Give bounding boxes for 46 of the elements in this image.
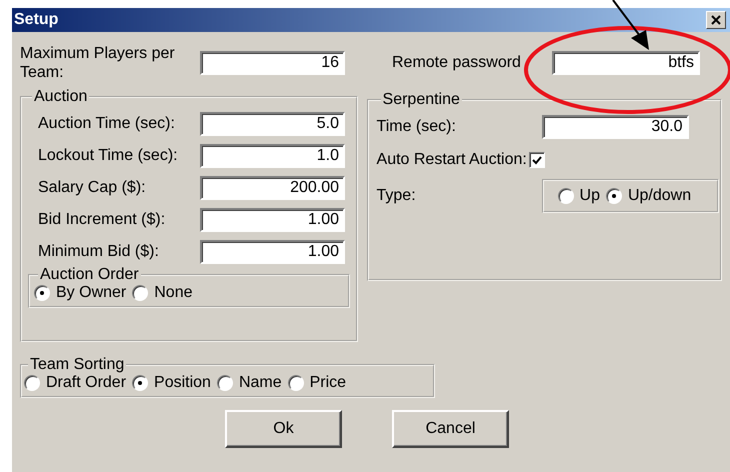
window-title: Setup bbox=[14, 11, 58, 29]
input-field[interactable]: 5.0 bbox=[200, 112, 345, 136]
input-field[interactable]: 1.0 bbox=[200, 144, 345, 168]
group-label: Team Sorting bbox=[29, 356, 126, 374]
close-icon bbox=[711, 15, 721, 25]
radio-button[interactable] bbox=[216, 375, 233, 391]
radio-button[interactable] bbox=[288, 375, 304, 391]
radio-button[interactable] bbox=[34, 285, 50, 301]
radio-label: None bbox=[154, 284, 192, 302]
group-label: Auction bbox=[33, 88, 88, 106]
input-field[interactable]: 16 bbox=[200, 51, 345, 75]
field-label: Minimum Bid ($): bbox=[38, 243, 160, 261]
field-label: Auto Restart Auction: bbox=[376, 151, 527, 169]
radio-label: Name bbox=[238, 374, 282, 392]
input-field[interactable]: 200.00 bbox=[200, 176, 345, 200]
input-field[interactable]: 1.00 bbox=[200, 240, 345, 264]
input-field[interactable]: 30.0 bbox=[542, 115, 689, 139]
radio-button[interactable] bbox=[132, 285, 148, 301]
field-label: Bid Increment ($): bbox=[38, 211, 166, 229]
group-label: Serpentine bbox=[382, 91, 461, 109]
check-icon bbox=[532, 155, 542, 165]
group-label: Auction Order bbox=[39, 266, 140, 284]
radio-label: Price bbox=[310, 374, 346, 392]
radio-label: Up bbox=[580, 187, 600, 205]
radio-button[interactable] bbox=[24, 375, 40, 391]
radio-button[interactable] bbox=[558, 188, 574, 204]
radio-label: Up/down bbox=[628, 187, 692, 205]
field-label: Remote password bbox=[392, 54, 522, 72]
field-label: Maximum Players per Team: bbox=[20, 44, 176, 82]
radio-button[interactable] bbox=[606, 188, 622, 204]
cancel-button[interactable]: Cancel bbox=[392, 410, 509, 448]
radio-button[interactable] bbox=[132, 375, 148, 391]
password-field[interactable]: btfs bbox=[552, 51, 700, 75]
field-label: Type: bbox=[376, 187, 417, 205]
field-label: Time (sec): bbox=[376, 118, 457, 136]
radio-label: Draft Order bbox=[46, 374, 126, 392]
radio-label: By Owner bbox=[56, 284, 126, 302]
field-label: Lockout Time (sec): bbox=[38, 147, 179, 165]
checkbox[interactable] bbox=[528, 152, 545, 168]
close-button[interactable] bbox=[706, 11, 726, 29]
input-field[interactable]: 1.00 bbox=[200, 208, 345, 232]
field-label: Salary Cap ($): bbox=[38, 179, 147, 197]
radio-label: Position bbox=[154, 374, 211, 392]
pointer-arrow bbox=[612, 0, 649, 50]
field-label: Auction Time (sec): bbox=[38, 115, 176, 133]
ok-button[interactable]: Ok bbox=[225, 410, 342, 448]
